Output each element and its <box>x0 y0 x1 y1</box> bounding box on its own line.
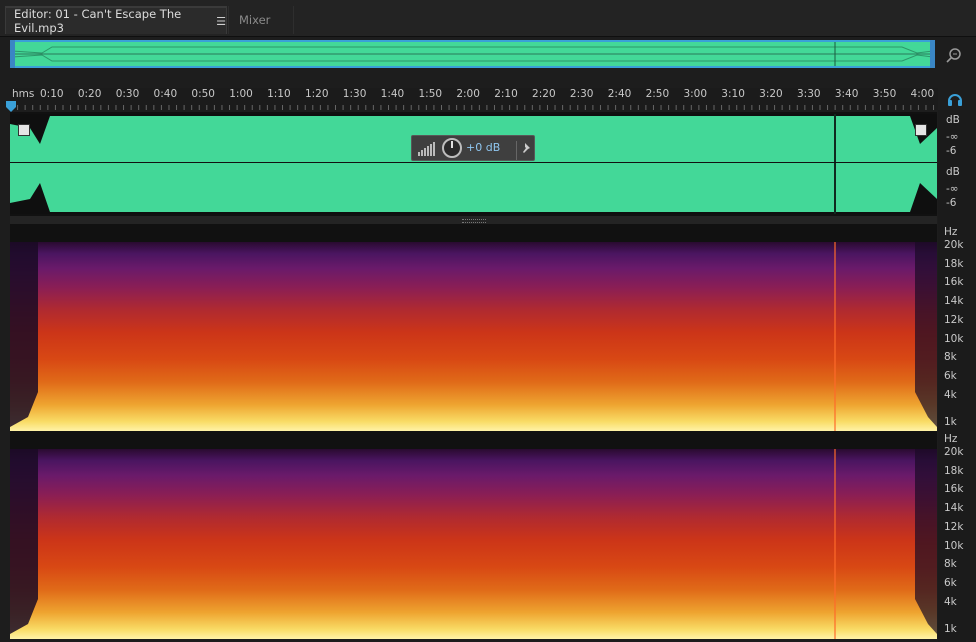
ruler-tick-label: 1:10 <box>267 88 291 100</box>
hz-label: 18k <box>944 464 964 477</box>
ruler-tick-label: 1:50 <box>418 88 443 100</box>
hz-label: 4k <box>944 596 957 608</box>
db-label-ch2-inf: -∞ <box>946 183 959 195</box>
volume-hud[interactable]: +0 dB <box>411 135 535 161</box>
db-label-ch1-inf: -∞ <box>946 131 959 143</box>
ruler-tick-label: 0:40 <box>153 88 178 100</box>
ruler-tick-label: 0:20 <box>77 88 102 100</box>
hz-label: 18k <box>944 257 964 270</box>
spectrum-gap-mid <box>10 431 937 449</box>
db-label-ch2-6: -6 <box>946 197 957 209</box>
spectral-left-detail <box>10 242 937 431</box>
ruler-tick-label: 1:40 <box>380 88 405 100</box>
ruler-tick-label: 2:30 <box>569 88 594 100</box>
hz-label: 8k <box>944 351 957 363</box>
ruler-tick-label: 1:30 <box>342 88 367 100</box>
volume-value: +0 dB <box>466 141 501 154</box>
overview-waveform[interactable] <box>10 40 935 68</box>
zoom-icon[interactable] <box>944 46 964 66</box>
db-unit-ch2: dB <box>946 166 960 178</box>
hz-label: 10k <box>944 332 964 345</box>
db-unit-ch1: dB <box>946 114 960 126</box>
hz-label: 16k <box>944 483 964 495</box>
ruler-tick-label: 3:40 <box>834 88 859 100</box>
hz-label: 14k <box>944 295 964 307</box>
time-ruler[interactable]: hms 0:10 0:20 0:30 0:40 0:50 1:00 1:10 1:20 1:30… <box>10 88 938 110</box>
ruler-tick-label: 2:00 <box>456 88 480 100</box>
hz-label: 12k <box>944 520 964 533</box>
hz-label: 1k <box>944 623 957 635</box>
fade-in-handle[interactable] <box>18 124 30 136</box>
ruler-tick-label: 3:00 <box>683 88 708 100</box>
tab-editor[interactable]: Editor: 01 - Can't Escape The Evil.mp3 ☰ <box>5 6 227 35</box>
spectral-channel-right[interactable] <box>10 449 937 639</box>
ruler-tick-label: 0:10 <box>40 88 64 100</box>
tab-mixer-label: Mixer <box>239 13 271 27</box>
level-meter-icon <box>418 141 436 160</box>
ruler-tick-label: 0:30 <box>115 88 140 100</box>
ruler-tick-label: 3:20 <box>759 88 783 100</box>
hz-label: 16k <box>944 276 964 288</box>
hz-label: 20k <box>944 446 964 458</box>
spectral-channel-left[interactable] <box>10 242 937 431</box>
overview-right-handle[interactable] <box>930 40 935 68</box>
ruler-tick-label: 2:40 <box>607 88 632 100</box>
hz-label: 20k <box>944 239 964 251</box>
hz-label: 14k <box>944 502 964 514</box>
waveform-right-shape <box>10 163 937 214</box>
waveform-channel-right[interactable] <box>10 163 937 214</box>
ruler-tick-label: 1:20 <box>304 88 329 100</box>
hz-unit-ch2: Hz <box>944 433 958 445</box>
tab-mixer[interactable]: Mixer <box>228 6 294 34</box>
ruler-tick-label: 2:50 <box>645 88 670 100</box>
playhead-marker[interactable] <box>6 98 16 112</box>
db-label-ch1-6: -6 <box>946 145 957 157</box>
hz-label: 10k <box>944 539 964 552</box>
tab-editor-label: Editor: 01 - Can't Escape The Evil.mp3 <box>14 7 182 35</box>
hz-label: 6k <box>944 577 957 589</box>
headphone-icon[interactable] <box>947 91 963 106</box>
overview-left-handle[interactable] <box>10 40 15 68</box>
ruler-tick-label: 0:50 <box>191 88 215 100</box>
hz-label: 1k <box>944 416 957 428</box>
ruler-tick-label: 2:10 <box>494 88 518 100</box>
overview-waveform-shape <box>12 42 933 66</box>
ruler-tick-label: 3:10 <box>721 88 745 100</box>
menu-icon[interactable]: ☰ <box>216 15 226 28</box>
pin-icon[interactable] <box>516 141 533 160</box>
ruler-tick-label: 4:00 <box>910 88 935 100</box>
spectral-right-detail <box>10 449 937 639</box>
hz-label: 8k <box>944 558 957 570</box>
ruler-tick-label: 3:50 <box>872 88 897 100</box>
volume-knob-icon[interactable] <box>442 138 462 162</box>
hz-label: 6k <box>944 370 957 382</box>
hz-label: 4k <box>944 389 957 401</box>
panel-splitter[interactable] <box>10 216 937 224</box>
ruler-tick-label: 1:00 <box>229 88 253 100</box>
spectrum-gap-top <box>10 224 937 242</box>
fade-out-handle[interactable] <box>915 124 927 136</box>
ruler-tick-label: 2:20 <box>532 88 556 100</box>
ruler-tick-label: 3:30 <box>797 88 821 100</box>
hz-unit-ch1: Hz <box>944 226 958 238</box>
hz-label: 12k <box>944 313 964 326</box>
